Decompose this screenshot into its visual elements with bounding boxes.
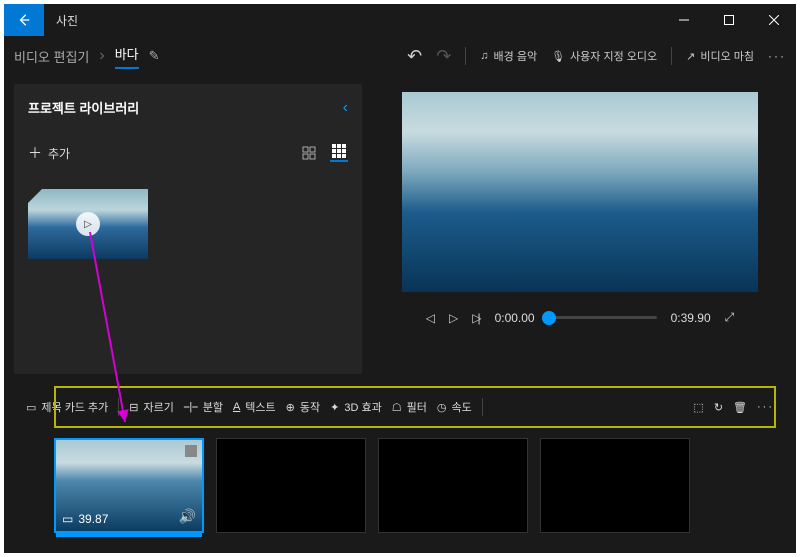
redo-button[interactable]: ↷ [436, 46, 451, 67]
collapse-icon[interactable]: ‹ [343, 99, 348, 117]
speed-button[interactable]: ◷속도 [437, 399, 472, 415]
add-media-button[interactable]: ＋ 추가 [28, 143, 70, 163]
scrubber[interactable] [549, 316, 657, 319]
motion-icon: ⊕ [286, 401, 295, 414]
more-button[interactable]: ··· [768, 49, 786, 63]
play-button[interactable]: ▷ [449, 311, 458, 325]
time-current: 0:00.00 [495, 311, 535, 325]
divider [465, 47, 466, 65]
close-button[interactable] [751, 4, 796, 36]
add-title-card-button[interactable]: ▭제목 카드 추가 [26, 399, 108, 415]
breadcrumb-project[interactable]: 바다 [115, 44, 139, 69]
grid-large-icon[interactable] [300, 144, 318, 162]
duration-icon: ▭ [62, 512, 73, 526]
split-icon: ⎯|⎯ [184, 401, 198, 414]
divider [671, 47, 672, 65]
sparkle-icon: ✦ [330, 401, 339, 414]
music-icon: ♫ [480, 50, 488, 62]
chevron-right-icon: › [99, 47, 104, 65]
clip-duration: 39.87 [78, 512, 108, 526]
volume-icon[interactable]: 🔊 [179, 508, 196, 525]
app-title: 사진 [56, 12, 78, 29]
filter-button[interactable]: ☖필터 [392, 399, 427, 415]
fullscreen-icon[interactable]: ⤢ [725, 310, 735, 325]
trim-button[interactable]: ⊟자르기 [129, 399, 174, 415]
minimize-button[interactable] [661, 4, 706, 36]
clip-checkbox[interactable] [185, 445, 197, 457]
text-button[interactable]: A텍스트 [233, 399, 276, 415]
grid-small-icon[interactable] [330, 144, 348, 162]
storyboard-slot-empty[interactable] [378, 438, 528, 533]
custom-audio-button[interactable]: 🎙 사용자 지정 오디오 [551, 48, 657, 64]
filter-icon: ☖ [392, 401, 402, 414]
breadcrumb-editor[interactable]: 비디오 편집기 [14, 47, 89, 66]
prev-frame-button[interactable]: ◁ [426, 311, 435, 325]
preview-panel: ◁ ▷ ▷| 0:00.00 0:39.90 ⤢ [374, 84, 786, 374]
back-button[interactable] [4, 4, 44, 36]
card-icon: ▭ [26, 401, 36, 414]
time-total: 0:39.90 [671, 311, 711, 325]
storyboard-slot-empty[interactable] [216, 438, 366, 533]
storyboard-slot-empty[interactable] [540, 438, 690, 533]
storyboard-toolbar: ▭제목 카드 추가 ⊟자르기 ⎯|⎯분할 A텍스트 ⊕동작 ✦3D 효과 ☖필터… [14, 390, 786, 424]
finish-video-button[interactable]: ↗ 비디오 마침 [686, 48, 754, 64]
undo-button[interactable]: ↶ [407, 46, 422, 67]
play-icon: ▷ [76, 212, 100, 236]
rotate-icon[interactable]: ↻ [714, 401, 723, 414]
project-library-panel: 프로젝트 라이브러리 ‹ ＋ 추가 ▷ [14, 84, 362, 374]
toolbar-more-icon[interactable]: ··· [757, 401, 774, 413]
library-title: 프로젝트 라이브러리 [28, 98, 139, 117]
storyboard-clip-1[interactable]: ▭ 39.87 🔊 [54, 438, 204, 533]
maximize-button[interactable] [706, 4, 751, 36]
export-icon: ↗ [686, 50, 695, 63]
next-frame-button[interactable]: ▷| [472, 311, 480, 325]
background-music-button[interactable]: ♫ 배경 음악 [480, 48, 537, 64]
motion-button[interactable]: ⊕동작 [286, 399, 320, 415]
aspect-icon[interactable]: ⬚ [693, 401, 703, 414]
delete-icon[interactable]: 🗑 [733, 401, 747, 414]
mic-icon: 🎙 [551, 50, 565, 63]
text-icon: A [233, 401, 240, 413]
preview-frame [402, 92, 758, 292]
plus-icon: ＋ [28, 143, 42, 163]
storyboard[interactable]: ▭ 39.87 🔊 [4, 430, 796, 553]
trim-icon: ⊟ [129, 401, 138, 414]
gauge-icon: ◷ [437, 401, 447, 414]
split-button[interactable]: ⎯|⎯분할 [184, 399, 223, 415]
rename-icon[interactable]: ✎ [149, 48, 160, 64]
effects-3d-button[interactable]: ✦3D 효과 [330, 399, 382, 415]
library-clip-thumbnail[interactable]: ▷ [28, 189, 148, 259]
